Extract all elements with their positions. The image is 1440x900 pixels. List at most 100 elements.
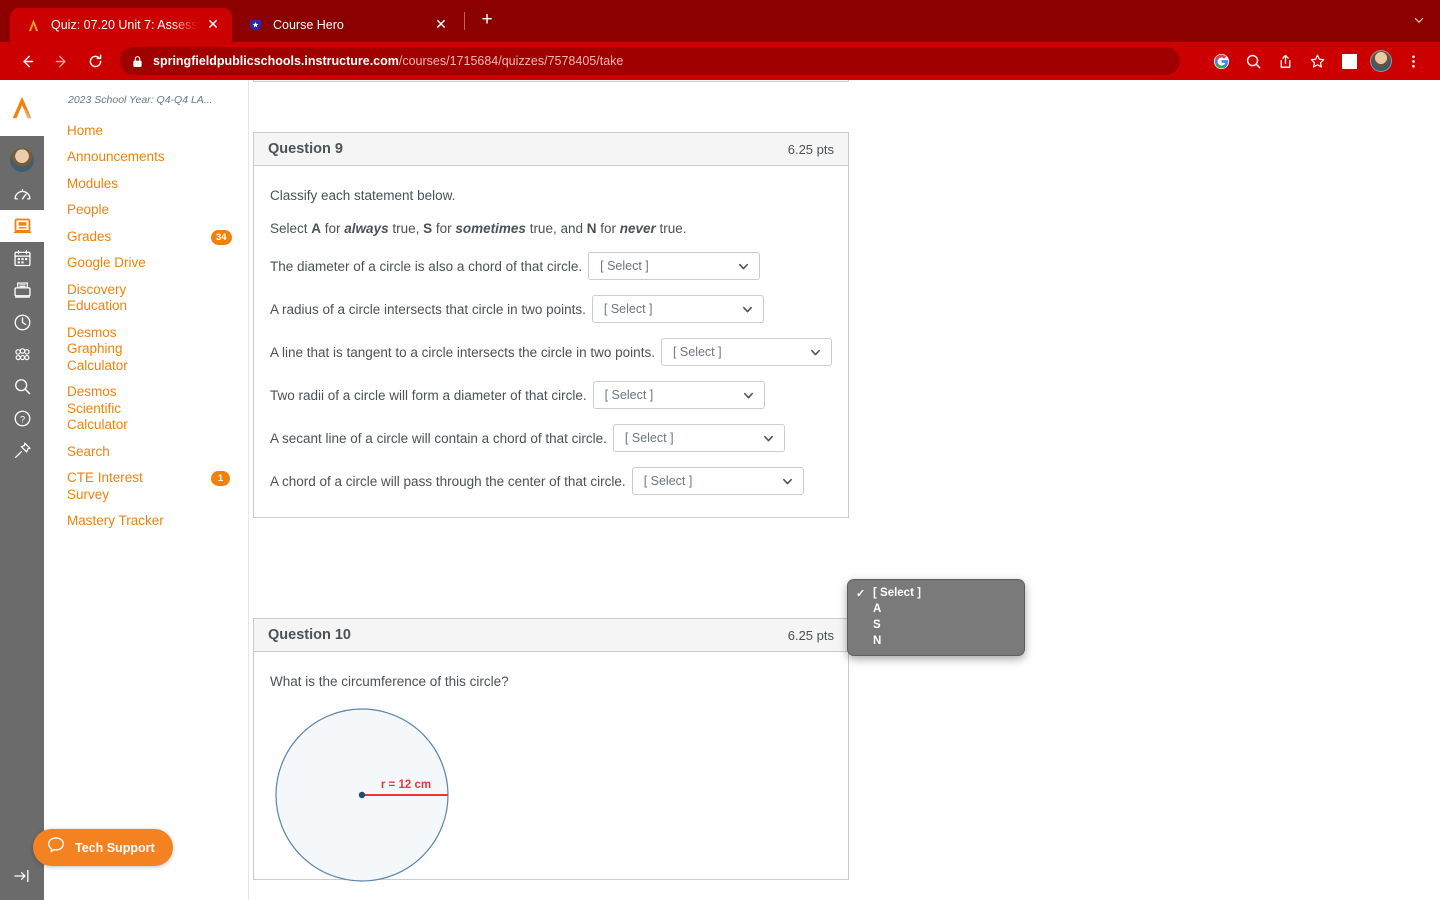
dropdown-option-label: S bbox=[873, 619, 881, 631]
status-badge: 1 bbox=[211, 471, 230, 487]
select-dropdown-4[interactable]: [ Select ] bbox=[612, 424, 785, 452]
tab-strip: Quiz: 07.20 Unit 7: Assessmen ✕ Course H… bbox=[0, 0, 1440, 42]
match-row: A radius of a circle intersects that cir… bbox=[270, 295, 832, 323]
dropdown-option-s[interactable]: S bbox=[848, 617, 1024, 633]
new-tab-button[interactable]: + bbox=[473, 6, 501, 34]
match-row: A chord of a circle will pass through th… bbox=[270, 467, 832, 495]
search-icon[interactable] bbox=[1238, 46, 1268, 76]
url-text: springfieldpublicschools.instructure.com… bbox=[153, 54, 623, 68]
sidebar-item-calendar[interactable] bbox=[0, 242, 44, 274]
dropdown-option-label: [ Select ] bbox=[873, 587, 921, 599]
question-9-wrapper: Question 9 6.25 pts Classify each statem… bbox=[250, 132, 849, 518]
nav-link-home[interactable]: Home bbox=[44, 118, 248, 144]
sidebar-item-history[interactable] bbox=[0, 306, 44, 338]
question-9-card: Question 9 6.25 pts Classify each statem… bbox=[253, 132, 849, 518]
tech-support-button[interactable]: Tech Support bbox=[33, 829, 173, 866]
nav-link-label: Home bbox=[67, 123, 104, 138]
question-points: 6.25 pts bbox=[787, 141, 834, 157]
sidebar-item-dashboard[interactable] bbox=[0, 178, 44, 210]
google-icon[interactable] bbox=[1206, 46, 1236, 76]
nav-link-label: People bbox=[67, 202, 110, 218]
select-dropdown-3[interactable]: [ Select ] bbox=[592, 381, 765, 409]
circle-diagram: r = 12 cm bbox=[270, 705, 832, 900]
statement-text: A radius of a circle intersects that cir… bbox=[270, 301, 586, 317]
tab-strip-right bbox=[1412, 13, 1440, 30]
close-icon[interactable]: ✕ bbox=[204, 16, 222, 34]
sidebar-item-pin[interactable] bbox=[0, 434, 44, 466]
select-dropdown-1[interactable]: [ Select ] bbox=[591, 295, 764, 323]
close-icon[interactable]: ✕ bbox=[432, 16, 450, 34]
sidebar-item-groups[interactable] bbox=[0, 338, 44, 370]
forward-button[interactable] bbox=[46, 46, 76, 76]
tab-title: Course Hero bbox=[273, 18, 344, 32]
nav-link-mastery-tracker[interactable]: Mastery Tracker bbox=[44, 508, 248, 534]
flag-icon[interactable] bbox=[250, 630, 251, 650]
select-dropdown-popup[interactable]: ✓ [ Select ] A S N bbox=[847, 579, 1025, 656]
nav-link-desmos-scientific-calculator[interactable]: Desmos Scientific Calculator bbox=[44, 379, 248, 438]
back-button[interactable] bbox=[12, 46, 42, 76]
collapse-arrow-icon[interactable] bbox=[0, 860, 44, 892]
radius-label: r = 12 cm bbox=[381, 779, 431, 791]
chevron-down-icon bbox=[781, 475, 794, 488]
side-panel-icon[interactable] bbox=[1334, 46, 1364, 76]
select-dropdown-2[interactable]: [ Select ] bbox=[660, 338, 832, 366]
quiz-content: Question 9 6.25 pts Classify each statem… bbox=[250, 80, 1440, 900]
nav-link-label: Mastery Tracker bbox=[67, 512, 164, 528]
nav-link-label: Search bbox=[67, 443, 110, 459]
select-value: [ Select ] bbox=[624, 431, 674, 445]
dropdown-option-a[interactable]: A bbox=[848, 601, 1024, 617]
nav-link-modules[interactable]: Modules bbox=[44, 171, 248, 197]
flag-icon[interactable] bbox=[250, 144, 251, 164]
address-bar[interactable]: springfieldpublicschools.instructure.com… bbox=[120, 47, 1180, 75]
dashboard-gauge-icon bbox=[13, 188, 31, 200]
question-instruction-2: Select A for always true, S for sometime… bbox=[270, 221, 687, 236]
tab-title: Quiz: 07.20 Unit 7: Assessmen bbox=[51, 18, 198, 32]
sidebar-item-courses[interactable] bbox=[0, 210, 44, 242]
select-dropdown-0[interactable]: [ Select ] bbox=[588, 252, 761, 280]
nav-link-label: Desmos Graphing Calculator bbox=[67, 324, 128, 373]
question-prompt: What is the circumference of this circle… bbox=[270, 674, 509, 689]
dropdown-option-n[interactable]: N bbox=[848, 633, 1024, 649]
magnifier-icon bbox=[14, 378, 30, 394]
match-row: A secant line of a circle will contain a… bbox=[270, 424, 832, 452]
select-value: [ Select ] bbox=[643, 474, 693, 488]
tech-support-label: Tech Support bbox=[75, 840, 155, 855]
check-icon: ✓ bbox=[856, 587, 866, 600]
browser-tab-quiz[interactable]: Quiz: 07.20 Unit 7: Assessmen ✕ bbox=[10, 8, 232, 42]
nav-link-label: Announcements bbox=[67, 149, 165, 165]
nav-link-discovery-education[interactable]: Discovery Education bbox=[44, 277, 248, 320]
reload-button[interactable] bbox=[80, 46, 110, 76]
sidebar-item-account[interactable] bbox=[0, 136, 44, 178]
nav-link-google-drive[interactable]: Google Drive bbox=[44, 250, 248, 276]
statement-text: A secant line of a circle will contain a… bbox=[270, 430, 607, 446]
svg-text:?: ? bbox=[19, 414, 24, 424]
question-9-body: Classify each statement below. Select A … bbox=[254, 166, 848, 517]
question-9-header: Question 9 6.25 pts bbox=[254, 133, 848, 166]
courses-book-icon bbox=[13, 218, 31, 233]
global-nav-rail: ? bbox=[0, 80, 44, 900]
chevron-down-icon[interactable] bbox=[1412, 13, 1426, 30]
nav-link-cte-interest-survey[interactable]: CTE Interest Survey 1 bbox=[44, 465, 248, 508]
nav-link-announcements[interactable]: Announcements bbox=[44, 144, 248, 170]
sidebar-item-help[interactable]: ? bbox=[0, 402, 44, 434]
sidebar-item-inbox[interactable] bbox=[0, 274, 44, 306]
dropdown-option-label: N bbox=[873, 635, 882, 647]
nav-link-people[interactable]: People bbox=[44, 197, 248, 223]
share-icon[interactable] bbox=[1270, 46, 1300, 76]
canvas-logo-icon[interactable] bbox=[0, 80, 44, 136]
select-value: [ Select ] bbox=[672, 345, 722, 359]
browser-tab-course-hero[interactable]: Course Hero ✕ bbox=[232, 8, 460, 42]
statement-text: The diameter of a circle is also a chord… bbox=[270, 258, 583, 274]
select-value: [ Select ] bbox=[604, 388, 654, 402]
chevron-down-icon bbox=[809, 346, 822, 359]
nav-link-desmos-graphing-calculator[interactable]: Desmos Graphing Calculator bbox=[44, 320, 248, 379]
statement-text: Two radii of a circle will form a diamet… bbox=[270, 387, 587, 403]
dropdown-option-select[interactable]: ✓ [ Select ] bbox=[848, 585, 1024, 601]
nav-link-grades[interactable]: Grades 34 bbox=[44, 224, 248, 250]
select-dropdown-5[interactable]: [ Select ] bbox=[631, 467, 804, 495]
nav-link-search[interactable]: Search bbox=[44, 439, 248, 465]
sidebar-item-search[interactable] bbox=[0, 370, 44, 402]
chrome-menu-icon[interactable] bbox=[1398, 46, 1428, 76]
bookmark-star-icon[interactable] bbox=[1302, 46, 1332, 76]
profile-avatar-icon[interactable] bbox=[1366, 46, 1396, 76]
